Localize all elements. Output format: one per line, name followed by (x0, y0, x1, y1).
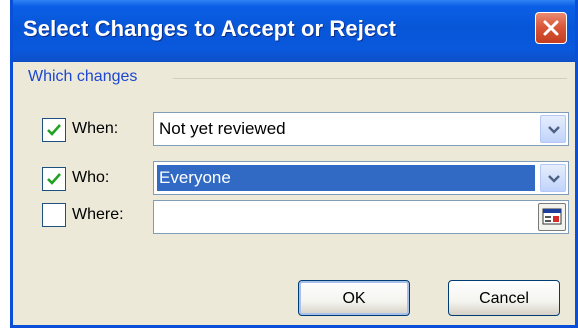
window-title: Select Changes to Accept or Reject (23, 16, 397, 41)
when-row: When: Not yet reviewed (13, 112, 575, 148)
who-label: Who: (72, 169, 110, 186)
where-input[interactable] (153, 200, 569, 234)
who-row: Who: Everyone (13, 161, 575, 197)
cancel-button[interactable]: Cancel (448, 280, 560, 316)
who-dropdown-button[interactable] (540, 164, 566, 192)
close-button[interactable] (535, 12, 567, 44)
who-dropdown[interactable]: Everyone (153, 161, 569, 195)
who-dropdown-value: Everyone (157, 165, 535, 191)
checkmark-icon (47, 124, 61, 136)
range-selector-icon (542, 208, 562, 225)
where-label: Where: (72, 206, 124, 223)
checkmark-icon (47, 173, 61, 185)
chevron-down-icon (548, 126, 560, 134)
ok-button[interactable]: OK (298, 280, 410, 316)
chevron-down-icon (548, 175, 560, 183)
when-dropdown-value: Not yet reviewed (159, 119, 286, 138)
when-label: When: (72, 120, 119, 137)
select-changes-dialog: Select Changes to Accept or Reject Which… (10, 0, 578, 328)
when-dropdown-button[interactable] (540, 115, 566, 143)
which-changes-group-label: Which changes (28, 68, 138, 85)
when-checkbox[interactable] (42, 118, 66, 142)
where-checkbox[interactable] (42, 203, 66, 227)
who-checkbox[interactable] (42, 167, 66, 191)
title-bar[interactable]: Select Changes to Accept or Reject (13, 0, 575, 62)
group-divider (173, 78, 567, 79)
range-selector-button[interactable] (538, 203, 566, 231)
when-dropdown[interactable]: Not yet reviewed (153, 112, 569, 146)
where-row: Where: (13, 200, 575, 236)
close-icon (543, 20, 559, 36)
